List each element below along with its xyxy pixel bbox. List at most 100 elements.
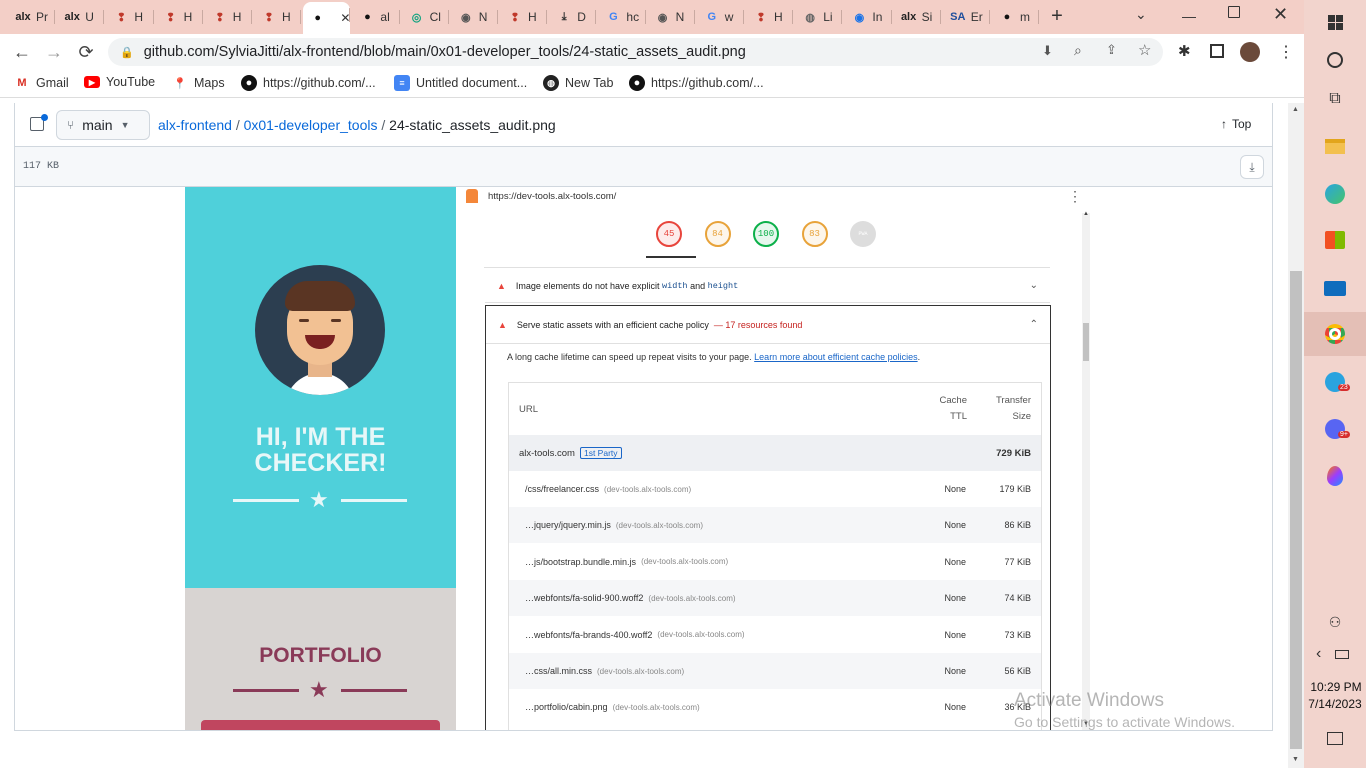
browser-tab[interactable]: ● al — [352, 4, 400, 30]
branch-selector[interactable]: ⑂ main ▼ — [56, 110, 150, 140]
resource-path: …css/all.min.css — [525, 666, 593, 676]
bookmark-new-tab[interactable]: ◍ New Tab — [543, 75, 613, 91]
resource-host: (dev-tools.alx-tools.com) — [657, 630, 745, 640]
discord-icon[interactable]: 9+ — [1304, 407, 1366, 451]
globe-icon: ◍ — [805, 11, 815, 24]
browser-tab[interactable]: ◉ N — [451, 4, 498, 30]
search-circle-icon[interactable] — [1304, 38, 1366, 82]
browser-tab[interactable]: ❢ H — [205, 4, 252, 30]
telegram-icon[interactable]: 23 — [1304, 360, 1366, 404]
system-tray[interactable]: ‹ — [1304, 632, 1366, 676]
bookmark-github-1[interactable]: ● https://github.com/... — [241, 75, 376, 91]
page-scrollbar-thumb[interactable] — [1290, 271, 1302, 749]
resource-host: (dev-tools.alx-tools.com) — [597, 666, 685, 676]
breadcrumb-folder-link[interactable]: 0x01-developer_tools — [244, 117, 378, 133]
learn-more-link[interactable]: Learn more about efficient cache policie… — [754, 352, 917, 362]
github-icon: ● — [364, 11, 371, 23]
score-gauge[interactable]: 45 — [656, 221, 682, 247]
page-scroll-down-icon[interactable]: ▼ — [1292, 756, 1299, 763]
paint-drop-icon[interactable] — [1304, 454, 1366, 498]
lighthouse-menu-icon[interactable]: ⋮ — [1068, 188, 1082, 205]
minimize-button[interactable]: — — [1182, 8, 1196, 24]
bookmark-gmail[interactable]: M Gmail — [14, 75, 68, 91]
browser-tab[interactable]: ◍ Li — [795, 4, 843, 30]
browser-tab[interactable]: Ghc — [598, 4, 646, 30]
browser-tab[interactable]: ⤓ D — [549, 4, 597, 30]
star-icon: ★ — [309, 677, 329, 702]
page-scroll-up-icon[interactable]: ▲ — [1292, 106, 1299, 113]
browser-tab[interactable]: ◉ N — [648, 4, 695, 30]
browser-tab[interactable]: alx U — [57, 4, 105, 30]
menu-kebab-icon[interactable]: ⋮ — [1278, 42, 1294, 62]
panel-scrollbar[interactable] — [1082, 213, 1090, 730]
tab-search-chevron-icon[interactable]: ⌄ — [1135, 6, 1147, 23]
forward-arrow-icon[interactable]: → — [40, 38, 68, 66]
close-window-button[interactable]: ✕ — [1273, 4, 1288, 25]
browser-tab[interactable]: SA Er — [943, 4, 990, 30]
audit-cache-header[interactable]: ▲ Serve static assets with an efficient … — [486, 306, 1050, 344]
chrome-taskbar-icon[interactable] — [1304, 312, 1366, 356]
clock-time[interactable]: 10:29 PM — [1310, 680, 1362, 694]
browser-tab[interactable]: ❢ H — [254, 4, 302, 30]
browser-tab[interactable]: Gw — [697, 4, 744, 30]
notifications-icon[interactable] — [1304, 716, 1366, 760]
extensions-icon[interactable]: ✱ — [1178, 42, 1191, 60]
scroll-up-arrow-icon[interactable]: ▲ — [1083, 211, 1089, 217]
browser-tab[interactable]: ● ✕ — [303, 2, 351, 34]
score-gauge[interactable]: PWA — [850, 221, 876, 247]
browser-tab[interactable]: ❢ H — [746, 4, 794, 30]
table-row: …webfonts/fa-brands-400.woff2 (dev-tools.… — [509, 616, 1041, 653]
alx-icon: alx — [64, 11, 80, 23]
zoom-icon[interactable]: ⌕ — [1074, 42, 1082, 59]
new-tab-button[interactable]: + — [1046, 6, 1068, 28]
top-button[interactable]: ↑ Top — [1221, 117, 1251, 131]
browser-tab[interactable]: ❢ H — [500, 4, 548, 30]
bookmark-star-icon[interactable]: ☆ — [1138, 41, 1151, 59]
audit-image-dimensions[interactable]: ▲ Image elements do not have explicit wi… — [485, 269, 1050, 303]
hbtn-icon: ❢ — [215, 11, 225, 24]
resource-host: (dev-tools.alx-tools.com) — [604, 484, 692, 494]
clock-date[interactable]: 7/14/2023 — [1306, 697, 1364, 711]
score-gauge[interactable]: 83 — [801, 221, 828, 247]
task-view-icon[interactable]: ⧉ — [1304, 77, 1366, 121]
browser-tab[interactable]: ● m — [992, 4, 1040, 30]
bookmark-youtube[interactable]: ▶ YouTube — [84, 75, 155, 89]
portfolio-preview: HI, I'M THE CHECKER! ★ PORTFOLIO ★ — [185, 187, 456, 730]
reload-icon[interactable]: ⟳ — [72, 38, 100, 66]
globe-icon: ◍ — [543, 75, 559, 91]
bookmark-maps[interactable]: 📍 Maps — [172, 75, 224, 91]
bookmark-docs[interactable]: ≡ Untitled document... — [394, 75, 527, 91]
active-gauge-underline — [646, 256, 696, 258]
browser-tab[interactable]: alx Pr — [8, 4, 56, 30]
bookmark-github-2[interactable]: ● https://github.com/... — [629, 75, 764, 91]
edge-browser-icon[interactable] — [1304, 172, 1366, 216]
browser-tab[interactable]: ❢ H — [106, 4, 154, 30]
resource-size: 74 KiB — [1004, 593, 1031, 604]
browser-tab[interactable]: ◉ In — [844, 4, 892, 30]
browser-tab[interactable]: ◎ Cl — [402, 4, 449, 30]
download-button[interactable]: ⤓ — [1240, 155, 1264, 179]
chrome-dev-icon: ◉ — [657, 11, 668, 24]
back-arrow-icon[interactable]: ← — [8, 38, 36, 66]
breadcrumb-repo-link[interactable]: alx-frontend — [158, 117, 232, 133]
file-explorer-icon[interactable] — [1304, 124, 1366, 168]
share-icon[interactable]: ⇪ — [1106, 42, 1117, 58]
store-icon[interactable] — [1304, 218, 1366, 262]
panel-scrollbar-thumb[interactable] — [1083, 323, 1089, 361]
restore-button[interactable] — [1228, 6, 1240, 18]
tray-chevron-icon[interactable]: ‹ — [1316, 645, 1321, 663]
install-icon[interactable]: ⬇ — [1042, 43, 1053, 59]
address-bar[interactable]: 🔒 github.com/SylviaJitti/alx-frontend/bl… — [108, 38, 1163, 66]
mail-icon[interactable] — [1304, 266, 1366, 310]
profile-avatar[interactable] — [1240, 42, 1260, 62]
sidepanel-icon[interactable] — [1210, 44, 1224, 58]
group-row-1st-party: alx-tools.com 1st Party 729 KiB — [509, 435, 1041, 471]
browser-tab[interactable]: ❢ H — [156, 4, 203, 30]
score-gauge[interactable]: 84 — [704, 221, 731, 247]
arrow-up-icon: ↑ — [1221, 117, 1227, 131]
resource-ttl: None — [944, 666, 966, 676]
score-gauge[interactable]: 100 — [753, 221, 779, 247]
file-size: 117 KB — [23, 161, 60, 172]
resource-size: 56 KiB — [1004, 666, 1031, 676]
browser-tab[interactable]: alx Si — [894, 4, 941, 30]
